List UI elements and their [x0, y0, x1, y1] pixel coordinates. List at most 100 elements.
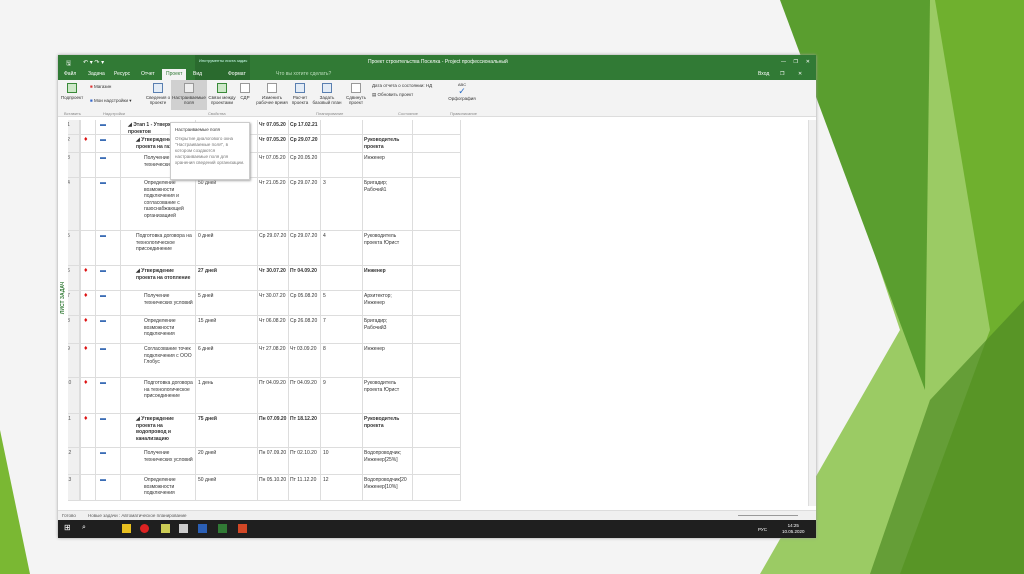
duration[interactable]: 15 дней — [198, 318, 216, 325]
table-row[interactable]: 8 ♦ ▬ Определение возможности подключения 15… — [58, 316, 460, 344]
tab-resource[interactable]: Ресурс — [114, 71, 130, 77]
resources[interactable]: Руководитель проекта — [364, 137, 410, 150]
start-date[interactable]: Чт 06.08.20 — [259, 318, 285, 325]
predecessors[interactable]: 9 — [323, 380, 326, 387]
start-date[interactable]: Чт 07.05.20 — [259, 155, 285, 162]
calculator-icon[interactable] — [179, 524, 188, 533]
table-row[interactable]: 4 ▬ Определение возможности подключения и … — [58, 178, 460, 231]
start-date[interactable]: Чт 30.07.20 — [259, 293, 285, 300]
task-name[interactable]: Определение возможности подключения и со… — [144, 180, 194, 219]
vertical-scrollbar[interactable] — [808, 120, 816, 506]
move-project-button[interactable]: Сдвинуть проект — [344, 83, 368, 105]
predecessors[interactable]: 5 — [323, 293, 326, 300]
wbs-button[interactable]: СДР — [238, 83, 252, 100]
tell-me-search[interactable]: Что вы хотите сделать? — [276, 71, 331, 77]
task-name[interactable]: ◢ Утверждение проекта на водопровод и ка… — [136, 416, 194, 442]
calculate-project-button[interactable]: Расчет проекта — [290, 83, 310, 105]
resources[interactable]: Руководитель проекта Юрист — [364, 380, 410, 393]
finish-date[interactable]: Чт 03.09.20 — [290, 346, 316, 353]
duration[interactable]: 0 дней — [198, 233, 213, 240]
task-name[interactable]: ◢ Утверждение проекта на отопление — [136, 268, 194, 281]
finish-date[interactable]: Ср 20.05.20 — [290, 155, 317, 162]
finish-date[interactable]: Ср 26.08.20 — [290, 318, 317, 325]
table-row[interactable]: 7 ♦ ▬ Получение технических условий 5 дней Чт… — [58, 291, 460, 316]
task-name[interactable]: Определение возможности подключения — [144, 477, 194, 497]
resources[interactable]: Архитектор; Инженер — [364, 293, 410, 306]
start-date[interactable]: Чт 21.05.20 — [259, 180, 285, 187]
windows-start-icon[interactable]: ⊞ — [64, 523, 73, 532]
restore-button[interactable]: ❐ — [794, 59, 798, 65]
table-row[interactable]: 2 ♦ ▬ ◢ Утверждение проекта на газ Чт 07.05.… — [58, 135, 460, 153]
resources[interactable]: Инженер — [364, 268, 410, 275]
resources[interactable]: Бригадир; Рабочий3 — [364, 318, 410, 331]
word-icon[interactable] — [198, 524, 207, 533]
finish-date[interactable]: Пт 18.12.20 — [290, 416, 317, 423]
project-info-button[interactable]: Сведения о проекте — [145, 83, 171, 105]
set-baseline-button[interactable]: Задать базовый план — [311, 83, 343, 105]
powerpoint-icon[interactable] — [238, 524, 247, 533]
start-date[interactable]: Чт 07.05.20 — [259, 137, 286, 144]
change-working-time-button[interactable]: Изменить рабочее время — [255, 83, 289, 105]
table-row[interactable]: 1 ▬ ◢ Этап 1 - Утверждение проектов Чт 07.0… — [58, 120, 460, 135]
finish-date[interactable]: Ср 29.07.20 — [290, 180, 317, 187]
task-name[interactable]: Определение возможности подключения — [144, 318, 194, 338]
finish-date[interactable]: Пт 04.09.20 — [290, 380, 317, 387]
update-project-button[interactable]: ▤ Обновить проект — [372, 92, 413, 98]
signin-link[interactable]: Вход — [758, 71, 769, 77]
tab-report[interactable]: Отчет — [141, 71, 155, 77]
finish-date[interactable]: Ср 17.02.21 — [290, 122, 318, 129]
predecessors[interactable]: 4 — [323, 233, 326, 240]
duration[interactable]: 50 дней — [198, 180, 216, 187]
search-icon[interactable]: ⌕ — [82, 524, 91, 533]
predecessors[interactable]: 3 — [323, 180, 326, 187]
tab-task[interactable]: Задача — [88, 71, 105, 77]
finish-date[interactable]: Пт 04.09.20 — [290, 268, 317, 275]
table-row[interactable]: 3 ▬ Получение технических условий Чт 07.05.… — [58, 153, 460, 178]
table-row[interactable]: 13 ▬ Определение возможности подключения 50… — [58, 475, 460, 501]
duration[interactable]: 5 дней — [198, 293, 213, 300]
duration[interactable]: 75 дней — [198, 416, 217, 423]
table-row[interactable]: 12 ▬ Получение технических условий 20 дней П… — [58, 448, 460, 475]
new-tasks-mode[interactable]: Новые задачи : Автоматическое планирован… — [88, 513, 187, 518]
duration[interactable]: 20 дней — [198, 450, 216, 457]
resources[interactable]: Бригадир; Рабочий1 — [364, 180, 410, 193]
my-addins-button[interactable]: ■ Мои надстройки ▾ — [90, 98, 132, 104]
opera-icon[interactable] — [140, 524, 149, 533]
start-date[interactable]: Чт 27.08.20 — [259, 346, 285, 353]
start-date[interactable]: Пн 07.09.20 — [259, 450, 286, 457]
undo-icon[interactable]: ↶ ▾ ↷ ▾ — [83, 59, 104, 66]
finish-date[interactable]: Пт 11.12.20 — [290, 477, 316, 484]
resources[interactable]: Инженер — [364, 155, 410, 162]
start-date[interactable]: Ср 29.07.20 — [259, 233, 286, 240]
duration[interactable]: 27 дней — [198, 268, 217, 275]
start-date[interactable]: Чт 07.05.20 — [259, 122, 286, 129]
task-name[interactable]: Подготовка договора на технологическое п… — [136, 233, 194, 253]
zoom-slider[interactable] — [738, 515, 798, 516]
task-name[interactable]: Подготовка договора на технологическое п… — [144, 380, 194, 400]
store-button[interactable]: ■ Магазин — [90, 84, 111, 89]
start-date[interactable]: Пн 07.09.20 — [259, 416, 286, 423]
start-date[interactable]: Пт 04.09.20 — [259, 380, 286, 387]
predecessors[interactable]: 8 — [323, 346, 326, 353]
project-icon[interactable] — [218, 524, 227, 533]
predecessors[interactable]: 10 — [323, 450, 329, 457]
table-row[interactable]: 5 ▬ Подготовка договора на технологическое… — [58, 231, 460, 266]
finish-date[interactable]: Пт 02.10.20 — [290, 450, 317, 457]
predecessors[interactable]: 7 — [323, 318, 326, 325]
finish-date[interactable]: Ср 29.07.20 — [290, 233, 317, 240]
status-date-button[interactable]: Дата отчета о состоянии: НД — [372, 83, 432, 88]
task-name[interactable]: Согласование точек подключения с ООО Гло… — [144, 346, 194, 366]
resources[interactable]: Водопроводчик[20 Инженер[10%] — [364, 477, 410, 490]
tab-file[interactable]: Файл — [64, 71, 76, 77]
finish-date[interactable]: Ср 05.08.20 — [290, 293, 317, 300]
duration[interactable]: 1 день — [198, 380, 213, 387]
resources[interactable]: Руководитель проекта — [364, 416, 410, 429]
tab-view[interactable]: Вид — [193, 71, 202, 77]
task-name[interactable]: Получение технических условий — [144, 450, 194, 463]
close-button[interactable]: ✕ — [806, 59, 810, 65]
start-date[interactable]: Чт 30.07.20 — [259, 268, 286, 275]
table-row[interactable]: 11 ♦ ▬ ◢ Утверждение проекта на водопровод … — [58, 414, 460, 448]
table-row[interactable]: 9 ♦ ▬ Согласование точек подключения с ООО … — [58, 344, 460, 378]
tab-project[interactable]: Проект — [162, 69, 187, 80]
duration[interactable]: 50 дней — [198, 477, 216, 484]
